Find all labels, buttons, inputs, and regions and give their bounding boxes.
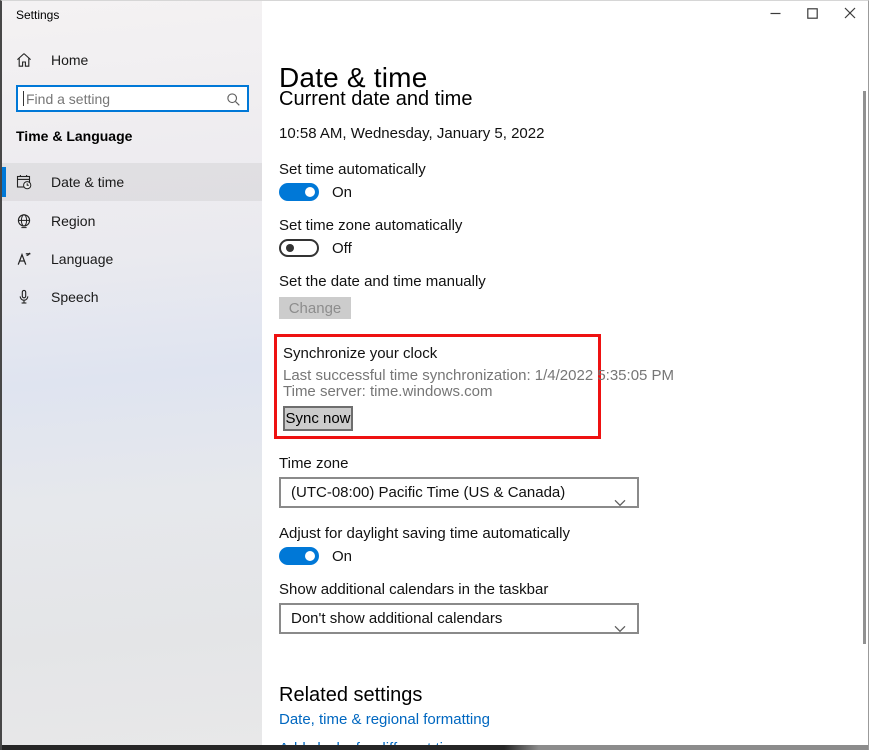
- toggle-state-label: On: [332, 184, 352, 201]
- link-date-time-regional-formatting[interactable]: Date, time & regional formatting: [279, 711, 490, 728]
- timezone-value: (UTC-08:00) Pacific Time (US & Canada): [291, 484, 565, 501]
- language-icon: [16, 251, 32, 267]
- close-icon: [844, 7, 856, 22]
- window-title: Settings: [16, 8, 59, 22]
- set-zone-auto-toggle[interactable]: [279, 239, 319, 257]
- sidebar-item-label: Home: [51, 52, 88, 68]
- toggle-state-label: Off: [332, 240, 352, 257]
- current-datetime-heading: Current date and time: [279, 88, 472, 111]
- sidebar-item-label: Speech: [51, 289, 98, 305]
- timezone-label: Time zone: [279, 455, 348, 472]
- sidebar-item-label: Region: [51, 213, 95, 229]
- sync-now-button[interactable]: Sync now: [283, 406, 353, 431]
- set-time-auto-toggle[interactable]: [279, 183, 319, 201]
- sidebar-item-label: Date & time: [51, 174, 124, 190]
- sidebar-item-language[interactable]: Language: [2, 240, 262, 278]
- timezone-dropdown[interactable]: (UTC-08:00) Pacific Time (US & Canada): [279, 477, 639, 508]
- settings-window: Settings Home Time & Language Date & tim…: [0, 0, 869, 750]
- chevron-down-icon: [614, 615, 626, 642]
- date-time-icon: [16, 174, 32, 190]
- dst-label: Adjust for daylight saving time automati…: [279, 525, 570, 542]
- home-icon: [16, 52, 32, 68]
- toggle-state-label: On: [332, 548, 352, 565]
- calendars-value: Don't show additional calendars: [291, 610, 502, 627]
- search-icon[interactable]: [226, 92, 241, 112]
- sidebar-item-home[interactable]: Home: [2, 41, 262, 79]
- dst-toggle[interactable]: [279, 547, 319, 565]
- chevron-down-icon: [614, 489, 626, 516]
- sidebar-item-date-time[interactable]: Date & time: [2, 163, 262, 201]
- date-time-page: Date & time Current date and time 10:58 …: [279, 1, 839, 750]
- calendars-dropdown[interactable]: Don't show additional calendars: [279, 603, 639, 634]
- set-zone-auto-toggle-row: Off: [279, 239, 352, 257]
- sidebar-item-label: Language: [51, 251, 113, 267]
- set-zone-auto-label: Set time zone automatically: [279, 217, 462, 234]
- globe-icon: [16, 213, 32, 229]
- selected-accent-bar: [2, 167, 6, 197]
- dst-toggle-row: On: [279, 547, 352, 565]
- sync-last-successful: Last successful time synchronization: 1/…: [283, 367, 674, 384]
- set-time-auto-toggle-row: On: [279, 183, 352, 201]
- microphone-icon: [16, 289, 32, 305]
- vertical-scrollbar-thumb[interactable]: [863, 91, 866, 644]
- sync-heading: Synchronize your clock: [283, 345, 437, 362]
- set-manual-label: Set the date and time manually: [279, 273, 486, 290]
- search-box: [16, 85, 249, 112]
- sync-time-server: Time server: time.windows.com: [283, 383, 493, 400]
- calendars-label: Show additional calendars in the taskbar: [279, 581, 548, 598]
- change-button[interactable]: Change: [279, 297, 351, 319]
- related-settings-heading: Related settings: [279, 684, 422, 707]
- sidebar-item-region[interactable]: Region: [2, 202, 262, 240]
- sidebar-section-title: Time & Language: [16, 128, 132, 144]
- sidebar: Settings Home Time & Language Date & tim…: [2, 1, 262, 750]
- set-time-auto-label: Set time automatically: [279, 161, 426, 178]
- search-input[interactable]: [18, 87, 247, 110]
- taskbar-edge-strip: [2, 745, 868, 750]
- sidebar-item-speech[interactable]: Speech: [2, 278, 262, 316]
- current-datetime-value: 10:58 AM, Wednesday, January 5, 2022: [279, 125, 544, 142]
